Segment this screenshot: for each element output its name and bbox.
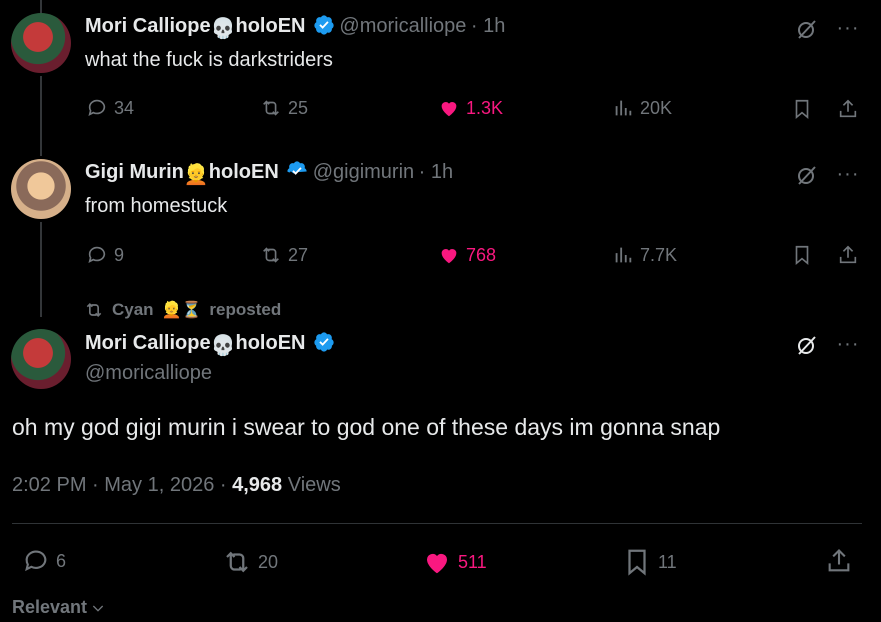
chevron-down-icon <box>92 605 104 612</box>
share-button[interactable] <box>836 243 860 267</box>
bookmark-icon <box>795 245 809 266</box>
heart-filled-icon <box>427 553 447 574</box>
bookmark-button[interactable]: 11 <box>622 547 677 577</box>
share-icon <box>828 549 850 572</box>
share-icon <box>839 245 857 264</box>
views-label: Views <box>282 474 341 496</box>
reply-icon <box>88 99 106 116</box>
more-options-icon[interactable]: ··· <box>836 162 860 186</box>
bookmark-count: 11 <box>658 551 677 572</box>
repost-button[interactable]: 25 <box>260 97 308 119</box>
tweet-header: Gigi Murin👱holoEN @gigimurin · 1h <box>85 160 453 187</box>
tweet-timestamp[interactable]: 2:02 PM · May 1, 2026 · <box>12 474 232 496</box>
reply-button[interactable]: 9 <box>86 244 124 266</box>
tweet-header: Mori Calliope💀holoEN <box>85 331 335 358</box>
reply-count: 9 <box>114 244 125 265</box>
repost-icon <box>86 302 102 318</box>
like-button[interactable]: 768 <box>438 244 496 266</box>
views-chart-icon <box>615 247 632 263</box>
tweet-time[interactable]: · 1h <box>471 15 505 37</box>
like-count: 511 <box>458 551 487 572</box>
repost-icon <box>226 551 248 573</box>
reply-count: 6 <box>56 550 67 571</box>
reply-button[interactable]: 34 <box>86 97 134 119</box>
repost-icon <box>263 247 279 263</box>
author-handle[interactable]: @gigimurin <box>313 161 414 183</box>
author-name[interactable]: Mori Calliope💀holoEN <box>85 15 305 40</box>
person-emoji-icon: 👱 <box>183 164 209 186</box>
avatar[interactable] <box>11 159 71 219</box>
repost-button[interactable]: 20 <box>222 547 278 577</box>
reply-icon <box>25 550 47 572</box>
grok-icon[interactable] <box>794 332 820 358</box>
author-handle[interactable]: @moricalliope <box>85 362 212 385</box>
views-count: 7.7K <box>640 244 678 265</box>
bookmark-button[interactable] <box>790 97 814 121</box>
views-button[interactable]: 20K <box>612 97 672 119</box>
verified-badge-icon <box>287 161 307 175</box>
sort-dropdown[interactable]: Relevant <box>12 597 106 618</box>
author-handle[interactable]: @moricalliope <box>339 15 466 37</box>
repost-button[interactable]: 27 <box>260 244 308 266</box>
like-count: 768 <box>466 244 497 265</box>
reply-button[interactable]: 6 <box>22 547 66 575</box>
reply-count: 34 <box>114 97 135 118</box>
views-count: 20K <box>640 97 673 118</box>
avatar[interactable] <box>11 329 71 389</box>
like-button[interactable]: 1.3K <box>438 97 503 119</box>
views-count: 4,968 <box>232 474 283 496</box>
share-button[interactable] <box>824 546 854 576</box>
avatar[interactable] <box>11 13 71 73</box>
tweet-text: what the fuck is darkstriders <box>85 49 333 71</box>
bookmark-icon <box>795 99 809 120</box>
bookmark-button[interactable] <box>790 243 814 267</box>
tweet-meta: 2:02 PM · May 1, 2026 · 4,968 Views <box>12 474 341 497</box>
grok-icon[interactable] <box>794 162 820 188</box>
author-name[interactable]: Gigi Murin👱holoEN <box>85 161 279 186</box>
like-button[interactable]: 511 <box>422 547 487 577</box>
tweet-text: from homestuck <box>85 195 228 217</box>
tweet-text: oh my god gigi murin i swear to god one … <box>12 414 721 440</box>
views-button[interactable]: 7.7K <box>612 244 677 266</box>
repost-count: 20 <box>258 551 279 572</box>
verified-badge-icon <box>314 332 334 352</box>
author-name[interactable]: Mori Calliope💀holoEN <box>85 332 305 357</box>
divider <box>12 523 862 524</box>
grok-icon <box>798 166 816 185</box>
repost-banner: Cyan 👱⏳ reposted <box>84 300 281 320</box>
repost-icon <box>263 100 279 116</box>
repost-count: 25 <box>288 97 309 118</box>
thread-line <box>40 0 42 14</box>
verified-badge-icon <box>314 15 334 35</box>
reply-icon <box>88 246 106 263</box>
views-chart-icon <box>615 100 632 116</box>
thread-line <box>40 76 42 156</box>
tweet-header: Mori Calliope💀holoEN @moricalliope · 1h <box>85 14 505 41</box>
reposted-label: reposted <box>209 300 282 319</box>
like-count: 1.3K <box>466 97 504 118</box>
bookmark-icon <box>628 549 646 576</box>
tweet-time[interactable]: · 1h <box>419 161 453 183</box>
skull-emoji-icon: 💀 <box>210 18 236 40</box>
reposter-name[interactable]: Cyan <box>112 300 154 320</box>
share-button[interactable] <box>836 97 860 121</box>
heart-filled-icon <box>441 249 457 264</box>
share-icon <box>839 99 857 118</box>
grok-icon <box>798 336 816 355</box>
repost-count: 27 <box>288 244 309 265</box>
skull-emoji-icon: 💀 <box>210 335 236 357</box>
heart-filled-icon <box>441 102 457 117</box>
grok-icon[interactable] <box>794 16 820 42</box>
person-emoji-icon: 👱⏳ <box>161 302 202 319</box>
more-options-icon[interactable]: ··· <box>836 16 860 40</box>
more-options-icon[interactable]: ··· <box>836 332 860 356</box>
sort-label: Relevant <box>12 597 88 617</box>
grok-icon <box>798 20 816 39</box>
thread-line <box>40 222 42 317</box>
